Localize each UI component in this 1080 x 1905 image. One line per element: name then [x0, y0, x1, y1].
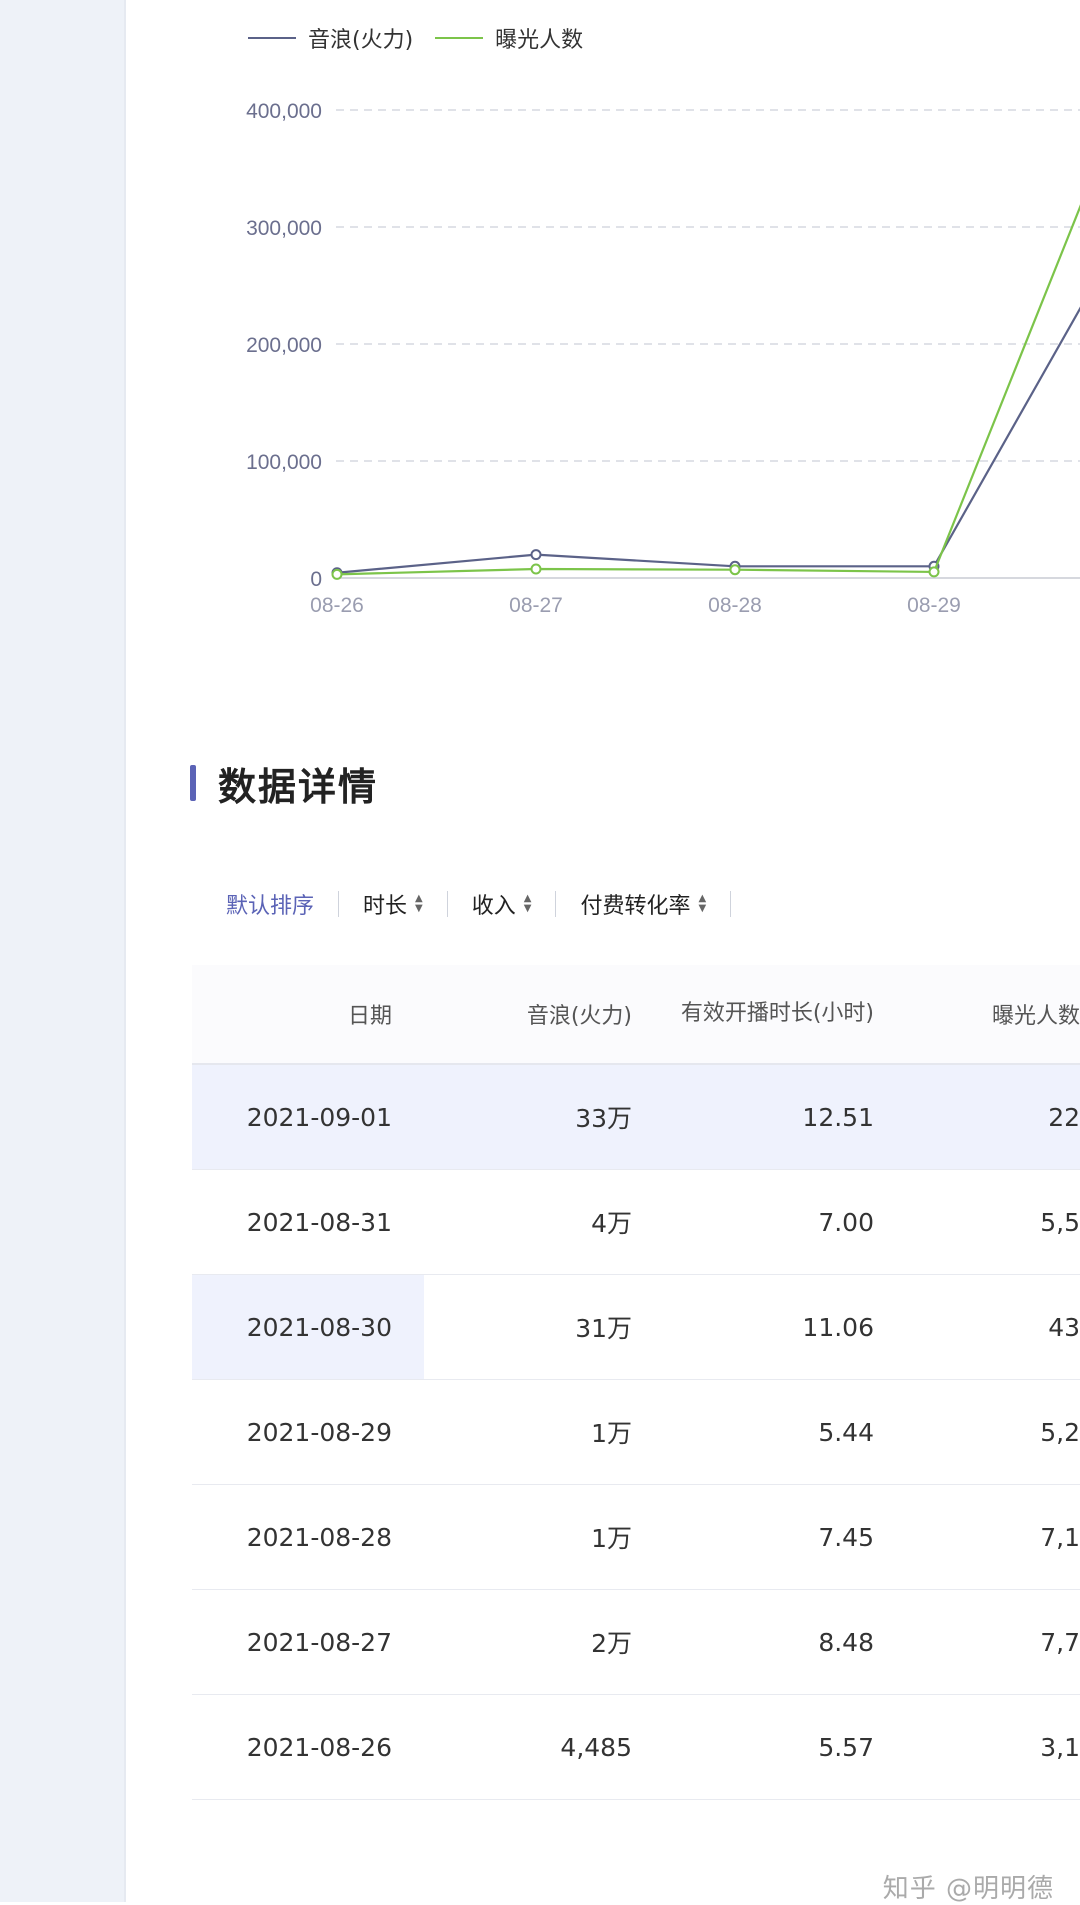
header-exposure: 曝光人数 [991, 1004, 1080, 1029]
cell-wave: 1万 [591, 1419, 632, 1448]
cell-duration: 5.57 [818, 1732, 874, 1762]
line-chart: 0 100,000 200,000 300,000 400,000 08-26 08-27 0… [246, 100, 1080, 617]
cell-date: 2021-08-29 [246, 1417, 392, 1447]
table-header: 日期 音浪(火力) 有效开播时长(小时) 曝光人数 [192, 965, 1080, 1065]
data-point [331, 568, 343, 580]
x-tick-label: 08-27 [509, 594, 563, 617]
sort-income-button[interactable]: 收入 ▲ ▼ [448, 888, 556, 920]
sort-conversion-button[interactable]: 付费转化率 ▲ ▼ [556, 888, 730, 920]
cell-wave: 2万 [591, 1629, 632, 1658]
cell-exposure: 22 [1048, 1102, 1080, 1132]
x-tick-label: 08-29 [907, 594, 961, 617]
cell-wave: 4万 [591, 1209, 632, 1238]
legend-label-wave: 音浪(火力) [308, 28, 414, 53]
legend-label-exposure: 曝光人数 [495, 28, 584, 53]
cell-exposure: 5,5 [1040, 1207, 1080, 1237]
watermark-text: 知乎 @明明德 [882, 1874, 1054, 1904]
legend-item-wave[interactable]: 音浪(火力) [248, 22, 413, 54]
cell-date: 2021-08-30 [246, 1312, 392, 1342]
cell-exposure: 3,1 [1040, 1732, 1080, 1762]
sort-default-label: 默认排序 [226, 894, 315, 919]
cell-duration: 8.48 [818, 1627, 874, 1657]
cell-duration: 12.51 [802, 1102, 874, 1132]
line-chart-container: 0 100,000 200,000 300,000 400,000 08-26 08-27 0… [124, 0, 1080, 680]
title-accent-bar [190, 765, 196, 801]
cell-date: 2021-08-26 [246, 1732, 392, 1762]
x-tick-label: 08-26 [310, 594, 364, 617]
legend-line-wave [248, 37, 296, 39]
section-title: 数据详情 [218, 764, 379, 809]
data-point [729, 564, 741, 576]
sort-arrows-icon: ▲ ▼ [415, 893, 423, 914]
header-date: 日期 [347, 1004, 392, 1029]
data-point [928, 566, 940, 578]
header-wave: 音浪(火力) [526, 1004, 632, 1029]
legend-line-exposure [435, 37, 484, 39]
cell-wave: 33万 [575, 1104, 632, 1133]
cell-exposure: 7,7 [1040, 1627, 1080, 1657]
table-row[interactable]: 2021-08-26 4,485 5.57 3,1 [192, 1695, 1080, 1800]
cell-date: 2021-08-27 [246, 1627, 392, 1657]
cell-duration: 5.44 [818, 1417, 874, 1447]
cell-wave: 1万 [591, 1524, 632, 1553]
table-row[interactable]: 2021-09-01 33万 12.51 22 [192, 1065, 1080, 1170]
cell-date: 2021-09-01 [246, 1102, 392, 1132]
legend-item-exposure[interactable]: 曝光人数 [435, 22, 583, 54]
header-duration: 有效开播时长(小时) [680, 1001, 874, 1026]
chart-legend: 音浪(火力) 曝光人数 [248, 22, 583, 54]
table-row[interactable]: 2021-08-31 4万 7.00 5,5 [192, 1170, 1080, 1275]
cell-duration: 7.00 [818, 1207, 874, 1237]
sort-duration-label: 时长 [363, 894, 408, 919]
sort-divider [730, 891, 732, 917]
cell-wave: 31万 [575, 1314, 632, 1343]
x-tick-label: 08-28 [708, 594, 762, 617]
cell-duration: 7.45 [818, 1522, 874, 1552]
sort-duration-button[interactable]: 时长 ▲ ▼ [339, 888, 447, 920]
data-table: 日期 音浪(火力) 有效开播时长(小时) 曝光人数 2021-09-01 33万… [192, 965, 1080, 1800]
cell-exposure: 7,1 [1040, 1522, 1080, 1552]
sort-conversion-label: 付费转化率 [580, 894, 691, 919]
cell-date: 2021-08-28 [246, 1522, 392, 1552]
sort-arrows-icon: ▲ ▼ [698, 893, 707, 914]
y-tick-label: 100,000 [246, 451, 322, 474]
y-tick-label: 300,000 [246, 217, 322, 240]
cell-duration: 11.06 [802, 1312, 874, 1342]
table-row[interactable]: 2021-08-30 31万 11.06 43 [192, 1275, 1080, 1380]
sort-toolbar: 默认排序 时长 ▲ ▼ 收入 ▲ ▼ 付费转化率 ▲ ▼ [210, 888, 732, 920]
cell-wave: 4,485 [560, 1732, 632, 1762]
sort-arrows-icon: ▲ ▼ [523, 893, 532, 914]
series-line [336, 306, 1080, 574]
series-line [336, 204, 1080, 576]
table-row[interactable]: 2021-08-28 1万 7.45 7,1 [192, 1485, 1080, 1590]
sort-default-button[interactable]: 默认排序 [210, 888, 338, 920]
y-tick-label: 0 [310, 568, 322, 591]
cell-exposure: 43 [1048, 1312, 1080, 1342]
table-row[interactable]: 2021-08-27 2万 8.48 7,7 [192, 1590, 1080, 1695]
left-sidebar-panel [0, 0, 126, 1902]
table-row[interactable]: 2021-08-29 1万 5.44 5,2 [192, 1380, 1080, 1485]
y-tick-label: 400,000 [246, 100, 322, 123]
sort-income-label: 收入 [471, 894, 516, 919]
data-point [530, 549, 542, 561]
section-header: 数据详情 [190, 760, 378, 809]
y-tick-label: 200,000 [246, 334, 322, 357]
cell-date: 2021-08-31 [246, 1207, 392, 1237]
cell-exposure: 5,2 [1040, 1417, 1080, 1447]
data-point [530, 563, 542, 575]
